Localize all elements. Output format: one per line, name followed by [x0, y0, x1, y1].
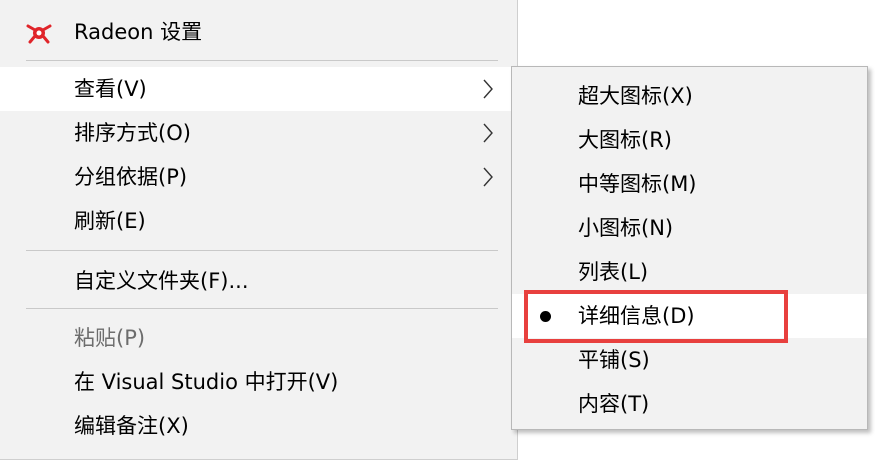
menu-item-label: 小图标(N): [578, 216, 674, 240]
menu-item-label: 自定义文件夹(F)...: [74, 269, 249, 293]
menu-item-group-by[interactable]: 分组依据(P): [0, 155, 516, 199]
radeon-logo-icon: [26, 24, 52, 44]
menu-item-label: 超大图标(X): [578, 84, 693, 108]
submenu-item-list[interactable]: 列表(L): [512, 250, 867, 294]
annotation-highlight-box: [524, 290, 788, 343]
menu-item-customize-folder[interactable]: 自定义文件夹(F)...: [0, 259, 516, 303]
menu-item-label: Radeon 设置: [74, 20, 203, 44]
menu-item-label: 编辑备注(X): [74, 414, 189, 438]
submenu-item-small-icons[interactable]: 小图标(N): [512, 206, 867, 250]
separator: [26, 60, 498, 61]
menu-item-label: 在 Visual Studio 中打开(V): [74, 370, 339, 394]
menu-item-refresh[interactable]: 刷新(E): [0, 199, 516, 243]
menu-item-view[interactable]: 查看(V): [0, 67, 516, 111]
menu-item-radeon-settings[interactable]: Radeon 设置: [0, 10, 516, 54]
menu-item-label: 查看(V): [74, 77, 147, 101]
separator: [26, 250, 498, 251]
submenu-item-large-icons[interactable]: 大图标(R): [512, 118, 867, 162]
menu-item-sort-by[interactable]: 排序方式(O): [0, 111, 516, 155]
menu-item-label: 中等图标(M): [578, 172, 697, 196]
chevron-right-icon: [483, 123, 493, 143]
menu-item-label: 刷新(E): [74, 209, 146, 233]
view-submenu: 超大图标(X) 大图标(R) 中等图标(M) 小图标(N) 列表(L) 详细信息…: [511, 66, 868, 430]
chevron-right-icon: [483, 167, 493, 187]
menu-item-label: 平铺(S): [578, 348, 650, 372]
menu-item-label: 排序方式(O): [74, 121, 191, 145]
menu-item-label: 列表(L): [578, 260, 649, 284]
submenu-item-medium-icons[interactable]: 中等图标(M): [512, 162, 867, 206]
submenu-item-tiles[interactable]: 平铺(S): [512, 338, 867, 382]
menu-item-edit-notes[interactable]: 编辑备注(X): [0, 404, 516, 448]
chevron-right-icon: [483, 79, 493, 99]
submenu-item-content[interactable]: 内容(T): [512, 382, 867, 426]
desktop-context-menu: Radeon 设置 查看(V) 排序方式(O) 分组依据(P) 刷新(E) 自定…: [0, 0, 518, 460]
menu-item-open-in-visual-studio[interactable]: 在 Visual Studio 中打开(V): [0, 360, 516, 404]
menu-item-label: 粘贴(P): [74, 326, 146, 350]
menu-item-paste[interactable]: 粘贴(P): [0, 316, 516, 360]
menu-item-label: 内容(T): [578, 392, 650, 416]
menu-item-label: 分组依据(P): [74, 165, 188, 189]
menu-item-label: 大图标(R): [578, 128, 672, 152]
submenu-item-extra-large-icons[interactable]: 超大图标(X): [512, 74, 867, 118]
separator: [26, 308, 498, 309]
